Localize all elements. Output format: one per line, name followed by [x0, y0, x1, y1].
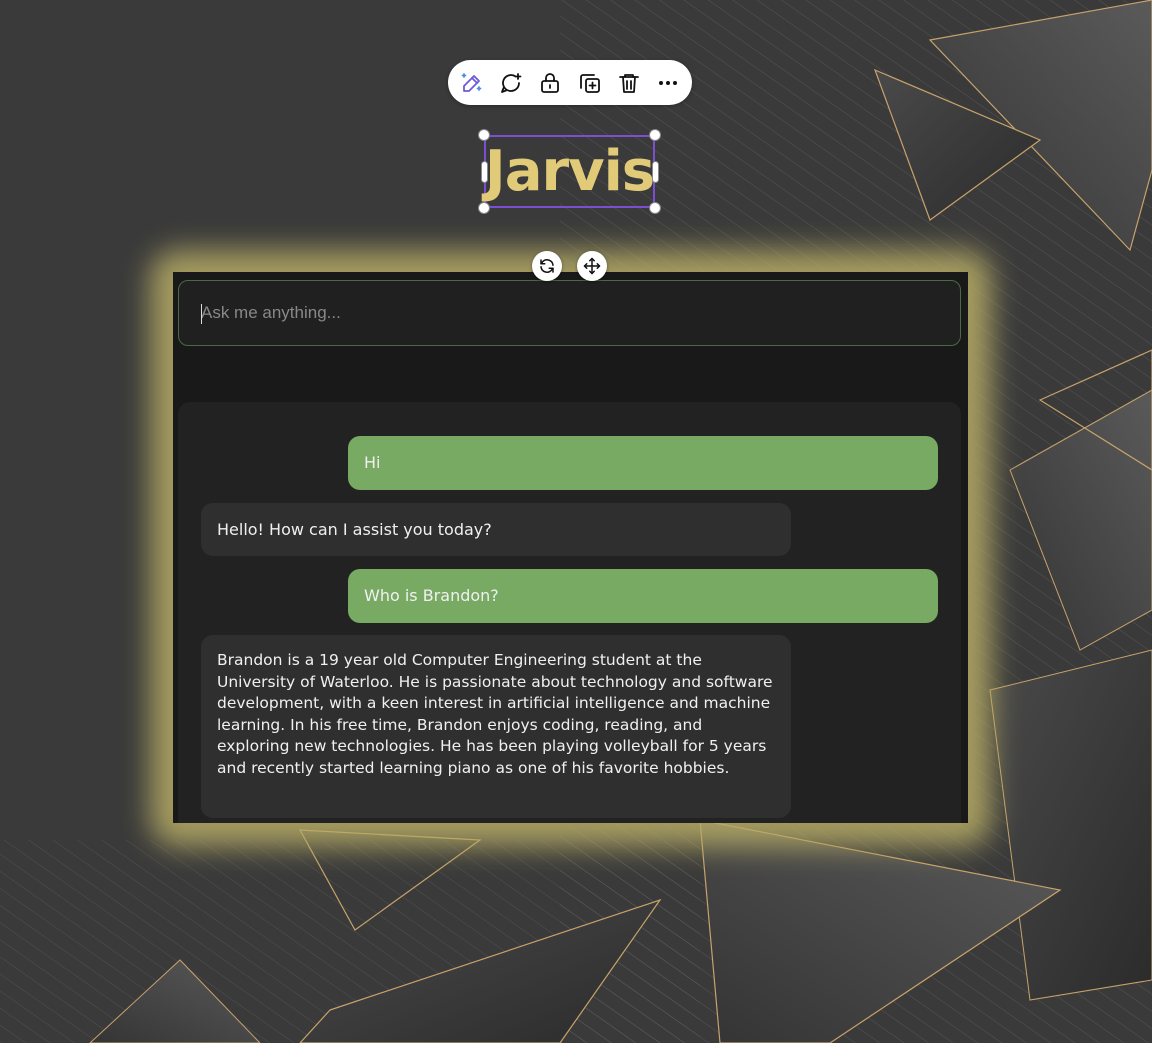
- duplicate-icon[interactable]: [575, 68, 605, 98]
- assistant-message: Hello! How can I assist you today?: [201, 503, 791, 556]
- resize-handle-bottom-left[interactable]: [478, 202, 490, 214]
- resize-handle-bottom-right[interactable]: [649, 202, 661, 214]
- assistant-message: Brandon is a 19 year old Computer Engine…: [201, 635, 791, 818]
- magic-edit-icon[interactable]: [457, 68, 487, 98]
- chat-panel: Hi Hello! How can I assist you today? Wh…: [173, 272, 968, 823]
- resize-handle-left[interactable]: [481, 161, 488, 183]
- add-comment-icon[interactable]: [496, 68, 526, 98]
- resize-handle-top-left[interactable]: [478, 129, 490, 141]
- page-title[interactable]: Jarvis: [485, 137, 655, 206]
- user-message: Hi: [348, 436, 938, 490]
- trash-icon[interactable]: [614, 68, 644, 98]
- rotate-icon[interactable]: [532, 251, 562, 281]
- title-selection-box[interactable]: Jarvis: [484, 135, 655, 208]
- more-icon[interactable]: [653, 68, 683, 98]
- resize-handle-top-right[interactable]: [649, 129, 661, 141]
- lock-icon[interactable]: [535, 68, 565, 98]
- user-message: Who is Brandon?: [348, 569, 938, 623]
- ask-input[interactable]: [178, 280, 961, 346]
- message-text: Brandon is a 19 year old Computer Engine…: [217, 651, 773, 777]
- chat-history[interactable]: Hi Hello! How can I assist you today? Wh…: [178, 402, 961, 823]
- text-caret: [201, 304, 202, 324]
- move-icon[interactable]: [577, 251, 607, 281]
- element-toolbar: [448, 60, 692, 105]
- message-text: Hello! How can I assist you today?: [217, 519, 492, 539]
- resize-handle-right[interactable]: [652, 161, 659, 183]
- message-text: Who is Brandon?: [364, 586, 499, 606]
- message-text: Hi: [364, 453, 381, 473]
